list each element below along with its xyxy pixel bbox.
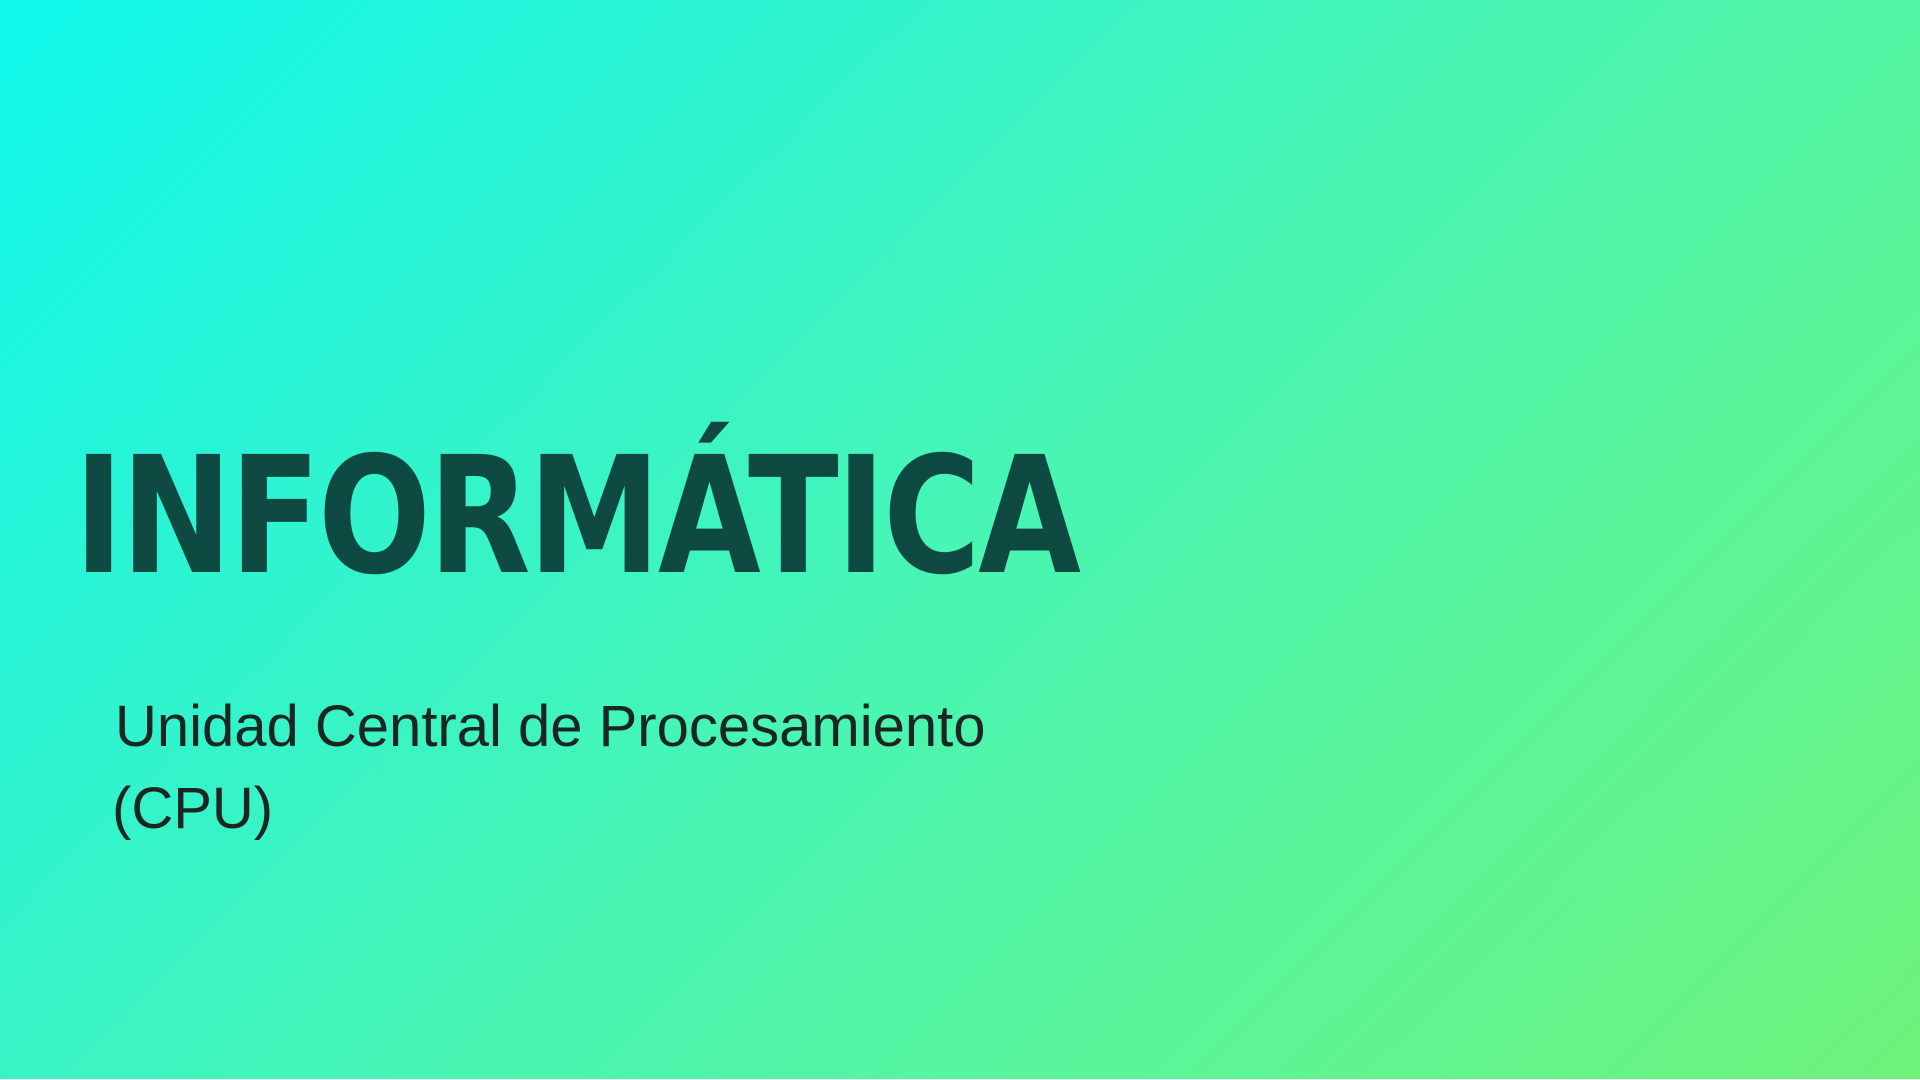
- presentation-slide: INFORMÁTICA Unidad Central de Procesamie…: [0, 0, 1920, 1080]
- slide-subtitle: Unidad Central de Procesamiento (CPU): [112, 686, 1015, 850]
- subtitle-line-1: Unidad Central de Procesamiento: [115, 694, 986, 759]
- slide-title: INFORMÁTICA: [74, 423, 1081, 611]
- subtitle-line-2: (CPU): [112, 776, 274, 841]
